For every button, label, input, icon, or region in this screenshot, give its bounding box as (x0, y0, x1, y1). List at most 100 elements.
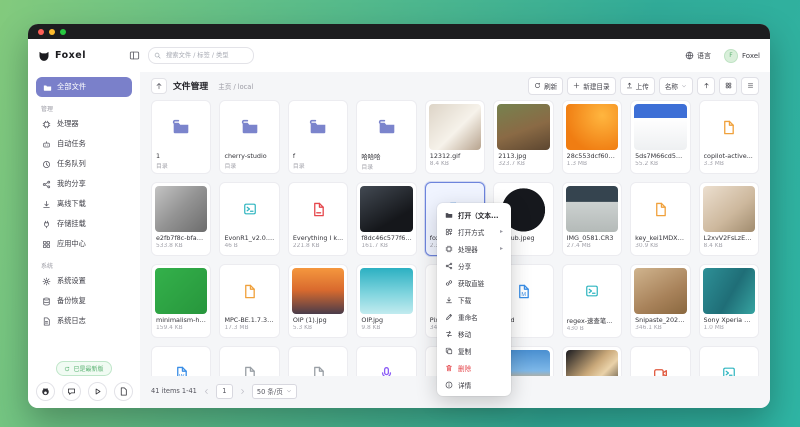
file-card[interactable]: f8dc46c577f6e8...161.7 KB (356, 182, 416, 256)
sidebar-item[interactable]: 处理器 (36, 114, 132, 134)
sidebar-item[interactable]: 任务队列 (36, 154, 132, 174)
context-menu-item-label: 重命名 (458, 312, 478, 322)
file-card[interactable]: copilot-active...3.3 MB (699, 100, 759, 174)
sidebar-item[interactable]: 系统设置 (36, 271, 132, 291)
file-card[interactable] (630, 346, 690, 376)
grid-view-button[interactable] (719, 77, 737, 95)
sidebar-item[interactable]: 应用中心 (36, 234, 132, 254)
play-link-button[interactable] (88, 382, 107, 401)
sidebar-footer: 已是最新版 (36, 361, 132, 401)
sidebar-item[interactable]: 我的分享 (36, 174, 132, 194)
context-menu-item[interactable]: 打开（文本... (440, 206, 508, 223)
file-card[interactable]: 12312.gif8.4 KB (425, 100, 485, 174)
folder-open-icon (43, 83, 52, 92)
file-card[interactable]: OIP (1).jpg5.3 KB (288, 264, 348, 338)
doc-link-button[interactable] (114, 382, 133, 401)
context-menu-item[interactable]: 详情 (440, 376, 508, 393)
sidebar-collapse-button[interactable] (129, 50, 140, 61)
file-card[interactable]: key_kei1MDX(20...30.9 KB (630, 182, 690, 256)
search-icon (154, 52, 161, 59)
sidebar-item[interactable]: 存储挂载 (36, 214, 132, 234)
search-input[interactable] (164, 51, 248, 60)
folder-card[interactable]: cherry-studio目录 (219, 100, 279, 174)
app-body: 全部文件 管理处理器自动任务任务队列我的分享离线下载存储挂载应用中心系统系统设置… (28, 72, 770, 408)
sort-field-select[interactable]: 名称 (659, 77, 693, 95)
file-meta: 30.9 KB (635, 243, 685, 249)
file-card[interactable]: EvonR1_v2.0.html46 B (219, 182, 279, 256)
context-menu-item[interactable]: 复制 (440, 342, 508, 359)
maximize-button[interactable] (60, 29, 66, 35)
file-card[interactable]: minimalism-hum...159.4 KB (151, 264, 211, 338)
sidebar-item[interactable]: 系统日志 (36, 311, 132, 331)
file-name: e2fb7f8c-bfa6-... (156, 234, 206, 242)
file-card[interactable] (288, 346, 348, 376)
file-card[interactable]: Snipaste_2025-...346.1 KB (630, 264, 690, 338)
context-menu-item[interactable]: 分享 (440, 257, 508, 274)
new-folder-button[interactable]: 新建目录 (567, 77, 615, 95)
context-menu-item[interactable]: 打开方式▸ (440, 223, 508, 240)
page-size-select[interactable]: 50 条/页 (252, 384, 297, 399)
file-card[interactable] (356, 346, 416, 376)
prev-page-button[interactable] (203, 388, 210, 395)
next-page-button[interactable] (239, 388, 246, 395)
file-icon-area: W (155, 350, 207, 376)
sidebar-item[interactable]: 备份恢复 (36, 291, 132, 311)
sort-direction-button[interactable] (697, 77, 715, 95)
sidebar-item[interactable]: 自动任务 (36, 134, 132, 154)
file-meta: 430 B (567, 326, 617, 332)
file-icon-area (566, 268, 618, 314)
list-view-button[interactable] (741, 77, 759, 95)
refresh-button[interactable]: 刷新 (528, 77, 563, 95)
page-title: 文件管理 (173, 79, 208, 92)
file-thumbnail (634, 268, 686, 314)
plug-icon (42, 220, 51, 229)
file-card[interactable] (219, 346, 279, 376)
file-card[interactable]: 28c553dcf60091...1.3 MB (562, 100, 622, 174)
file-card[interactable]: MPC-BE.1.7.3.x...17.3 MB (219, 264, 279, 338)
context-menu-item[interactable]: 删除 (440, 359, 508, 376)
sidebar-item-all-files[interactable]: 全部文件 (36, 77, 132, 97)
share-icon (42, 180, 51, 189)
file-card[interactable]: 5ds7M66cd51d6s...55.2 KB (630, 100, 690, 174)
file-meta: 221.8 KB (293, 243, 343, 249)
file-card[interactable]: e2fb7f8c-bfa6-...533.8 KB (151, 182, 211, 256)
app-header: Foxel 语言 F Foxel (28, 39, 770, 72)
folder-card[interactable]: 1目录 (151, 100, 211, 174)
file-card[interactable]: 2113.jpg323.7 KB (493, 100, 553, 174)
minimize-button[interactable] (49, 29, 55, 35)
context-menu-item[interactable]: 处理器▸ (440, 240, 508, 257)
go-up-button[interactable] (151, 78, 167, 94)
clock-icon (42, 160, 51, 169)
file-card[interactable]: OIP.jpg9.8 KB (356, 264, 416, 338)
grid-view-icon (725, 82, 732, 89)
context-menu-item[interactable]: 下载 (440, 291, 508, 308)
close-button[interactable] (38, 29, 44, 35)
search-box[interactable] (148, 47, 254, 64)
file-icon-area (634, 350, 686, 376)
github-link-button[interactable] (36, 382, 55, 401)
upload-button[interactable]: 上传 (620, 77, 655, 95)
file-card[interactable]: Everything I k...221.8 KB (288, 182, 348, 256)
file-icon-area (292, 186, 344, 232)
file-labels: cherry-studio目录 (220, 150, 278, 170)
folder-card[interactable]: 哈哈哈目录 (356, 100, 416, 174)
user-menu[interactable]: F Foxel (724, 49, 760, 63)
context-menu-item[interactable]: 重命名 (440, 308, 508, 325)
folder-card[interactable]: f目录 (288, 100, 348, 174)
sidebar-section-label: 系统 (41, 261, 132, 270)
file-card[interactable]: regex-速查笔...430 B (562, 264, 622, 338)
context-menu-item[interactable]: 获取直链 (440, 274, 508, 291)
page-number-button[interactable]: 1 (216, 384, 233, 399)
file-card[interactable]: L2xvV2FsLzEyM2...8.4 KB (699, 182, 759, 256)
language-button[interactable]: 语言 (685, 51, 711, 61)
file-card[interactable] (562, 346, 622, 376)
file-card[interactable]: Sony Xperia 10...1.0 MB (699, 264, 759, 338)
file-card[interactable] (699, 346, 759, 376)
refresh-check-icon (64, 366, 70, 372)
file-card[interactable]: IMG_0581.CR327.4 MB (562, 182, 622, 256)
file-card[interactable]: W (151, 346, 211, 376)
context-menu-item[interactable]: 移动 (440, 325, 508, 342)
file-thumbnail (703, 268, 755, 314)
sidebar-item[interactable]: 离线下载 (36, 194, 132, 214)
chat-link-button[interactable] (62, 382, 81, 401)
